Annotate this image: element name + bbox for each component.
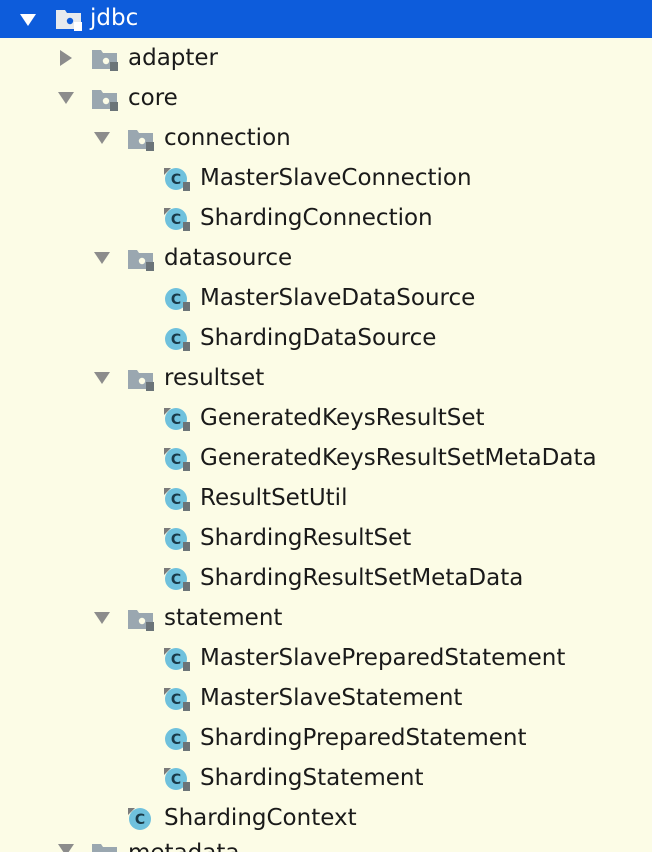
tree-row-label: datasource bbox=[164, 245, 293, 271]
tree-row-class[interactable]: C MasterSlaveDataSource bbox=[0, 278, 652, 318]
tree-row-class[interactable]: C GeneratedKeysResultSet bbox=[0, 398, 652, 438]
tree-row-label: resultset bbox=[164, 365, 265, 391]
tree-row-label: MasterSlaveDataSource bbox=[200, 285, 476, 311]
tree-row-metadata[interactable]: metadata bbox=[0, 836, 652, 852]
java-class-icon: C bbox=[162, 166, 192, 192]
svg-text:C: C bbox=[171, 332, 181, 348]
tree-row-label: GeneratedKeysResultSet bbox=[200, 405, 485, 431]
svg-text:C: C bbox=[171, 692, 181, 708]
triangle-down-icon[interactable] bbox=[92, 358, 112, 398]
java-class-icon: C bbox=[162, 766, 192, 792]
package-folder-icon bbox=[126, 366, 156, 392]
java-class-icon: C bbox=[162, 326, 192, 352]
svg-text:C: C bbox=[171, 772, 181, 788]
tree-row-partial-clip: metadata bbox=[0, 836, 652, 852]
triangle-down-icon[interactable] bbox=[18, 0, 38, 40]
java-class-icon: C bbox=[162, 726, 192, 752]
svg-text:C: C bbox=[171, 172, 181, 188]
tree-row-label: GeneratedKeysResultSetMetaData bbox=[200, 445, 597, 471]
tree-row-label: ShardingStatement bbox=[200, 765, 424, 791]
svg-text:C: C bbox=[135, 812, 145, 828]
package-folder-icon bbox=[54, 6, 84, 32]
tree-row-statement[interactable]: statement bbox=[0, 598, 652, 638]
triangle-right-icon[interactable] bbox=[56, 38, 76, 78]
triangle-down-icon[interactable] bbox=[56, 836, 76, 852]
tree-row-class[interactable]: C ResultSetUtil bbox=[0, 478, 652, 518]
tree-row-datasource[interactable]: datasource bbox=[0, 238, 652, 278]
tree-row-label: MasterSlaveStatement bbox=[200, 685, 463, 711]
package-folder-icon bbox=[126, 126, 156, 152]
package-folder-icon bbox=[90, 86, 120, 112]
package-folder-icon bbox=[126, 606, 156, 632]
tree-row-class[interactable]: C MasterSlaveConnection bbox=[0, 158, 652, 198]
tree-row-label: core bbox=[128, 85, 178, 111]
package-folder-icon bbox=[90, 46, 120, 72]
triangle-down-icon[interactable] bbox=[92, 238, 112, 278]
tree-row-connection[interactable]: connection bbox=[0, 118, 652, 158]
tree-row-class[interactable]: C ShardingStatement bbox=[0, 758, 652, 798]
tree-row-class[interactable]: C ShardingResultSet bbox=[0, 518, 652, 558]
tree-row-class[interactable]: C ShardingDataSource bbox=[0, 318, 652, 358]
tree-row-label: metadata bbox=[128, 836, 239, 852]
tree-row-label: ShardingContext bbox=[164, 805, 357, 831]
svg-text:C: C bbox=[171, 212, 181, 228]
java-class-icon: C bbox=[126, 806, 156, 832]
tree-row-label: statement bbox=[164, 605, 283, 631]
java-class-icon: C bbox=[162, 526, 192, 552]
tree-row-jdbc[interactable]: jdbc bbox=[0, 0, 652, 38]
svg-text:C: C bbox=[171, 652, 181, 668]
tree-row-class[interactable]: C MasterSlaveStatement bbox=[0, 678, 652, 718]
tree-row-label: ShardingPreparedStatement bbox=[200, 725, 527, 751]
tree-row-class[interactable]: C ShardingPreparedStatement bbox=[0, 718, 652, 758]
java-class-icon: C bbox=[162, 206, 192, 232]
tree-row-label: ResultSetUtil bbox=[200, 485, 348, 511]
tree-row-label: MasterSlaveConnection bbox=[200, 165, 472, 191]
java-class-icon: C bbox=[162, 486, 192, 512]
tree-row-class[interactable]: C MasterSlavePreparedStatement bbox=[0, 638, 652, 678]
tree-row-label: adapter bbox=[128, 45, 219, 71]
svg-text:C: C bbox=[171, 732, 181, 748]
svg-text:C: C bbox=[171, 572, 181, 588]
java-class-icon: C bbox=[162, 286, 192, 312]
tree-row-label: MasterSlavePreparedStatement bbox=[200, 645, 566, 671]
tree-row-label: jdbc bbox=[90, 5, 139, 31]
tree-row-adapter[interactable]: adapter bbox=[0, 38, 652, 78]
java-class-icon: C bbox=[162, 566, 192, 592]
svg-text:C: C bbox=[171, 412, 181, 428]
tree-row-label: ShardingResultSetMetaData bbox=[200, 565, 524, 591]
tree-row-core[interactable]: core bbox=[0, 78, 652, 118]
tree-row-class[interactable]: C ShardingResultSetMetaData bbox=[0, 558, 652, 598]
triangle-down-icon[interactable] bbox=[56, 78, 76, 118]
svg-text:C: C bbox=[171, 452, 181, 468]
triangle-down-icon[interactable] bbox=[92, 598, 112, 638]
svg-text:C: C bbox=[171, 292, 181, 308]
java-class-icon: C bbox=[162, 446, 192, 472]
package-folder-icon bbox=[126, 246, 156, 272]
project-tree: jdbc adapter core connection C MasterSla… bbox=[0, 0, 652, 838]
java-class-icon: C bbox=[162, 646, 192, 672]
tree-row-class[interactable]: C GeneratedKeysResultSetMetaData bbox=[0, 438, 652, 478]
tree-row-class[interactable]: C ShardingContext bbox=[0, 798, 652, 838]
package-folder-icon bbox=[90, 840, 120, 852]
triangle-down-icon[interactable] bbox=[92, 118, 112, 158]
tree-row-label: ShardingResultSet bbox=[200, 525, 412, 551]
tree-row-label: connection bbox=[164, 125, 291, 151]
tree-row-resultset[interactable]: resultset bbox=[0, 358, 652, 398]
tree-row-class[interactable]: C ShardingConnection bbox=[0, 198, 652, 238]
tree-row-label: ShardingConnection bbox=[200, 205, 433, 231]
java-class-icon: C bbox=[162, 406, 192, 432]
tree-row-label: ShardingDataSource bbox=[200, 325, 437, 351]
svg-text:C: C bbox=[171, 492, 181, 508]
svg-text:C: C bbox=[171, 532, 181, 548]
java-class-icon: C bbox=[162, 686, 192, 712]
